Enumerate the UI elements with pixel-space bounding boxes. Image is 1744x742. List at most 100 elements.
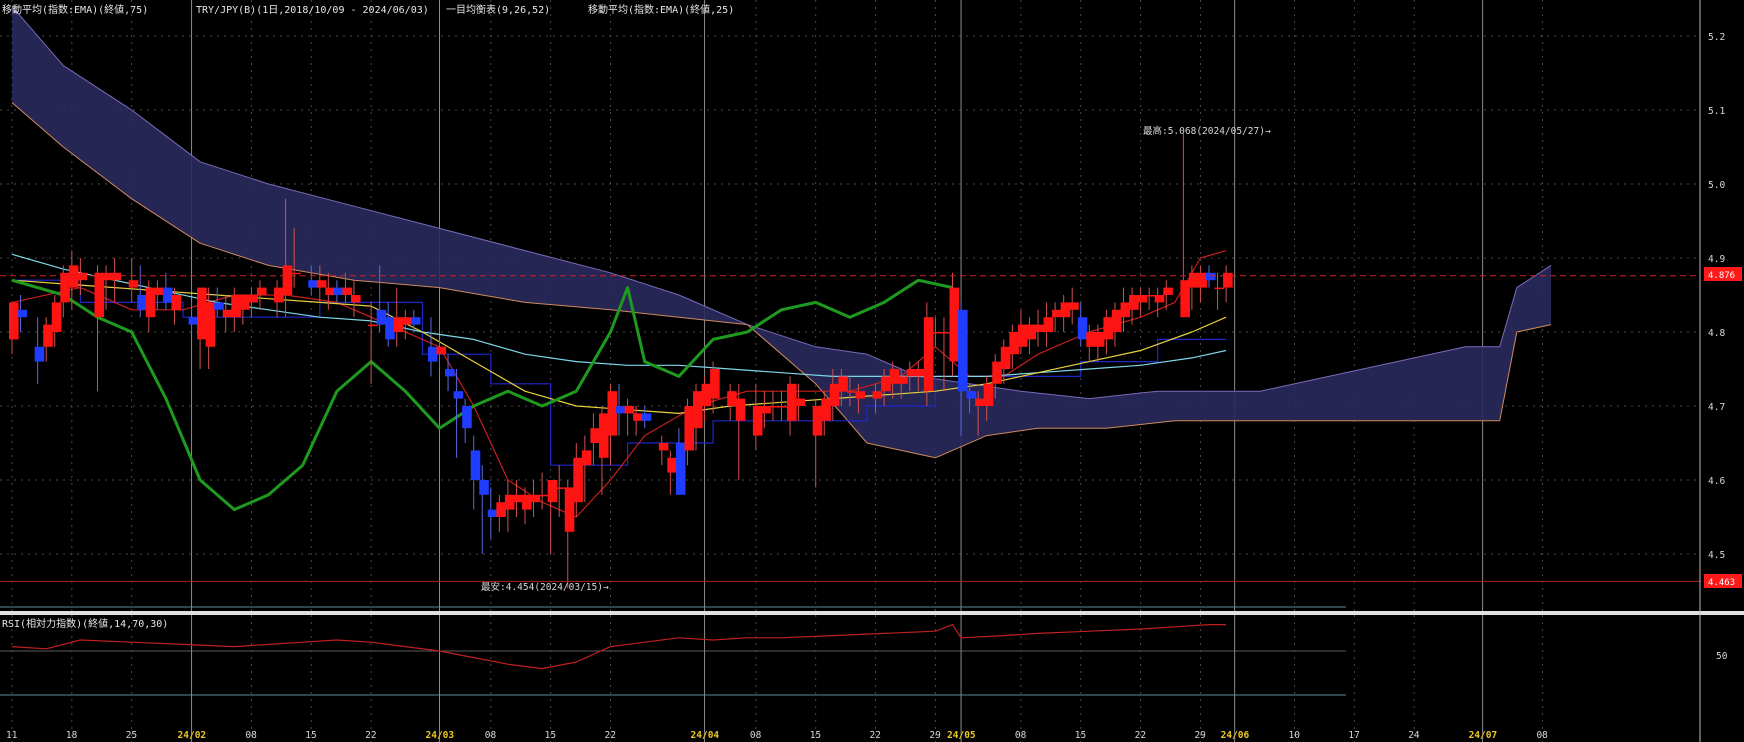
candle-up	[1188, 272, 1199, 288]
candle-down	[616, 406, 626, 414]
candle-up	[1026, 324, 1037, 340]
candle-up	[701, 383, 712, 406]
candle-up	[761, 406, 771, 414]
candle-up	[1154, 295, 1165, 303]
candle-up	[539, 494, 549, 497]
x-tick-label: 10	[1289, 730, 1301, 741]
candle-up	[1060, 302, 1071, 318]
candle-up	[787, 383, 797, 421]
x-tick-label: 29	[929, 730, 941, 741]
candle-up	[564, 487, 575, 532]
candle-up	[1146, 295, 1156, 297]
candle-up	[94, 272, 105, 318]
candle-up	[342, 287, 353, 295]
candle-up	[205, 302, 216, 347]
candle-up	[915, 369, 925, 377]
candle-up	[1120, 302, 1131, 318]
y-tick-label: 5.2	[1708, 32, 1725, 43]
candle-up	[77, 272, 87, 281]
candle-up	[1052, 309, 1062, 318]
x-tick-label: 08	[485, 730, 497, 741]
candle-up	[838, 376, 848, 392]
x-tick-label: 24/06	[1221, 730, 1250, 741]
x-tick-label: 15	[1075, 730, 1086, 741]
x-tick-label: 08	[1015, 730, 1027, 741]
x-tick-label: 11	[6, 730, 18, 741]
candle-up	[1214, 287, 1225, 290]
y-tick-label: 5.0	[1708, 180, 1725, 191]
low-price-tag: 4.463	[1708, 578, 1735, 588]
x-tick-label: 25	[126, 730, 137, 741]
candle-up	[795, 398, 806, 406]
x-tick-label: 24/04	[691, 730, 720, 741]
candle-up	[1111, 309, 1122, 332]
y-tick-label: 5.1	[1708, 106, 1725, 117]
x-tick-label: 15	[810, 730, 821, 741]
candle-up	[923, 317, 934, 392]
candle-up	[154, 287, 164, 295]
candle-up	[402, 317, 412, 325]
candle-up	[9, 302, 19, 340]
candle-up	[316, 280, 327, 288]
y-tick-label: 4.8	[1708, 328, 1725, 339]
candle-up	[513, 494, 524, 503]
candle-up	[111, 272, 122, 281]
candle-up	[624, 406, 635, 414]
x-tick-label: 24/02	[178, 730, 207, 741]
panel-separator	[0, 611, 1744, 615]
candle-up	[393, 317, 404, 332]
candle-up	[222, 309, 233, 318]
candle-down	[376, 309, 387, 325]
candle-up	[581, 450, 592, 466]
candle-up	[829, 383, 840, 406]
rsi-panel	[0, 606, 1744, 742]
x-tick-label: 18	[66, 730, 78, 741]
y-tick-label: 4.5	[1708, 550, 1725, 561]
candle-up	[51, 302, 62, 332]
candle-down	[34, 346, 45, 362]
rsi-title: RSI(相対力指数)(終値,14,70,30)	[2, 617, 168, 630]
x-tick-label: 22	[365, 730, 376, 741]
candle-down	[333, 287, 344, 295]
x-tick-label: 15	[305, 730, 316, 741]
candle-up	[975, 398, 985, 406]
candle-up	[1035, 324, 1045, 332]
legend-ichimoku: 一目均衡表(9,26,52)	[446, 3, 550, 16]
x-tick-label: 22	[605, 730, 616, 741]
candle-up	[1009, 332, 1019, 355]
x-tick-label: 08	[245, 730, 257, 741]
candle-up	[932, 332, 942, 334]
candle-up	[325, 287, 335, 295]
candle-down	[487, 509, 498, 517]
candle-up	[282, 265, 293, 295]
candle-up	[598, 413, 609, 458]
candle-up	[1103, 317, 1113, 340]
candle-up	[658, 443, 669, 451]
candle-down	[385, 317, 395, 340]
candle-up	[940, 332, 951, 334]
candle-up	[291, 272, 301, 275]
candle-up	[256, 287, 267, 295]
candle-up	[171, 295, 182, 310]
candle-up	[1180, 280, 1190, 318]
candle-up	[983, 383, 994, 406]
candle-up	[1069, 302, 1079, 310]
candle-up	[778, 406, 789, 408]
candle-up	[752, 406, 763, 436]
candle-up	[496, 502, 506, 517]
candle-up	[693, 391, 703, 429]
candle-down	[453, 391, 464, 399]
candle-up	[1163, 287, 1173, 295]
candle-up	[855, 391, 866, 399]
candle-down	[675, 443, 686, 495]
candle-up	[274, 287, 284, 303]
candle-up	[60, 272, 70, 303]
candle-up	[812, 406, 823, 436]
candle-up	[530, 494, 541, 503]
candle-up	[1129, 295, 1139, 310]
legend-ema75: 移動平均(指数:EMA)(終値,75)	[2, 3, 148, 16]
candle-down	[445, 369, 455, 377]
x-tick-label: 29	[1194, 730, 1206, 741]
low-annotation: 最安:4.454(2024/03/15)→	[481, 581, 609, 593]
candle-up	[522, 494, 532, 510]
